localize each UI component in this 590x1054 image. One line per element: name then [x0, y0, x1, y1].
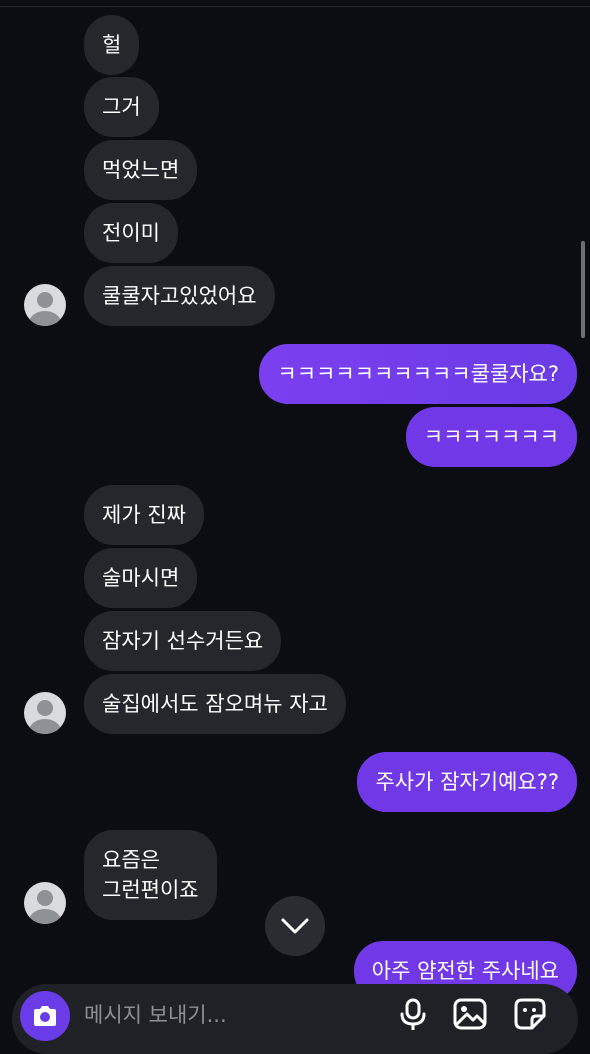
- message-bubble-incoming[interactable]: 잠자기 선수거든요: [84, 611, 282, 671]
- message-bubble-outgoing[interactable]: ㅋㅋㅋㅋㅋㅋㅋㅋㅋㅋ쿨쿨자요?: [259, 344, 577, 404]
- header-divider: [0, 6, 590, 7]
- camera-button[interactable]: [20, 991, 70, 1041]
- message-text-line: 그런편이죠: [102, 878, 199, 902]
- message-text: 주사가 잠자기예요??: [375, 770, 559, 794]
- message-text: 술집에서도 잠오며뉴 자고: [102, 692, 328, 716]
- message-text: 잠자기 선수거든요: [102, 629, 264, 653]
- message-bubble-incoming[interactable]: 전이미: [84, 203, 178, 263]
- message-bubble-incoming[interactable]: 그거: [84, 77, 159, 137]
- message-text: 헐: [102, 33, 122, 57]
- user-avatar-icon[interactable]: [24, 284, 66, 326]
- scroll-to-bottom-button[interactable]: [265, 896, 325, 956]
- message-bubble-outgoing[interactable]: ㅋㅋㅋㅋㅋㅋㅋ: [405, 407, 577, 467]
- message-bubble-incoming[interactable]: 헐: [84, 15, 140, 75]
- message-text: 술마시면: [102, 566, 180, 590]
- message-input[interactable]: 메시지 보내기...: [84, 1000, 227, 1030]
- camera-icon: [34, 1006, 56, 1026]
- message-bubble-outgoing[interactable]: 주사가 잠자기예요??: [357, 752, 577, 812]
- message-text: 쿨쿨자고있었어요: [102, 284, 257, 308]
- message-bubble-incoming[interactable]: 술집에서도 잠오며뉴 자고: [84, 674, 346, 734]
- message-text: 먹었느면: [102, 158, 180, 182]
- user-avatar-icon[interactable]: [24, 882, 66, 924]
- message-text: ㅋㅋㅋㅋㅋㅋㅋ: [423, 425, 559, 449]
- scrollbar[interactable]: [581, 241, 585, 338]
- message-text: 그거: [102, 95, 141, 119]
- message-text: 제가 진짜: [102, 503, 186, 527]
- message-text: 아주 얌전한 주사네요: [371, 959, 559, 983]
- chevron-down-icon: [281, 918, 309, 934]
- message-bubble-incoming[interactable]: 제가 진짜: [84, 485, 204, 545]
- message-text: 전이미: [102, 221, 160, 245]
- message-bubble-incoming[interactable]: 쿨쿨자고있었어요: [84, 266, 275, 326]
- message-text-line: 요즘은: [102, 848, 160, 872]
- message-bubble-incoming[interactable]: 먹었느면: [84, 140, 198, 200]
- message-text: ㅋㅋㅋㅋㅋㅋㅋㅋㅋㅋ쿨쿨자요?: [277, 362, 559, 386]
- message-bubble-incoming[interactable]: 술마시면: [84, 548, 198, 608]
- message-bubble-incoming[interactable]: 요즘은 그런편이죠: [84, 830, 217, 920]
- user-avatar-icon[interactable]: [24, 692, 66, 734]
